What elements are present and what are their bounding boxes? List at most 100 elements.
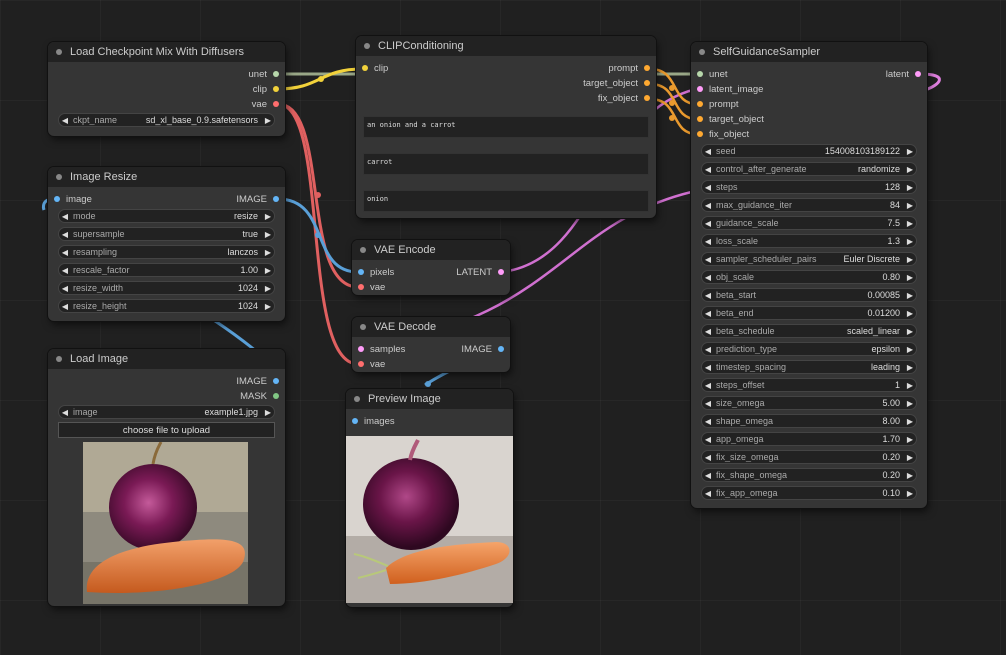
widget-sampler-14[interactable]: ◀ size_omega 5.00 ▶ [701, 396, 917, 410]
arrow-left-icon[interactable]: ◀ [702, 345, 714, 354]
input-slot[interactable]: unet [697, 68, 728, 81]
arrow-right-icon[interactable]: ▶ [904, 237, 916, 246]
arrow-right-icon[interactable]: ▶ [262, 248, 274, 257]
arrow-left-icon[interactable]: ◀ [702, 489, 714, 498]
arrow-left-icon[interactable]: ◀ [59, 116, 71, 125]
widget-image[interactable]: ◀ image example1.jpg ▶ [58, 405, 275, 419]
arrow-right-icon[interactable]: ▶ [904, 309, 916, 318]
arrow-left-icon[interactable]: ◀ [702, 381, 714, 390]
widget-resize-2[interactable]: ◀ resampling lanczos ▶ [58, 245, 275, 259]
input-clip[interactable]: clip [362, 62, 388, 75]
node-self-guidance-sampler[interactable]: SelfGuidanceSampler unet latent_image prom… [691, 42, 927, 508]
pin-icon[interactable] [358, 346, 364, 353]
collapse-dot-icon[interactable] [364, 43, 370, 49]
pin-icon[interactable] [362, 65, 368, 72]
node-header[interactable]: Load Checkpoint Mix With Diffusers [48, 42, 285, 62]
prompt-textarea[interactable]: an onion and a carrot [363, 116, 649, 138]
node-preview-image[interactable]: Preview Image images [346, 389, 513, 607]
arrow-left-icon[interactable]: ◀ [59, 212, 71, 221]
output-image[interactable]: IMAGE [236, 375, 279, 388]
arrow-left-icon[interactable]: ◀ [702, 471, 714, 480]
pin-icon[interactable] [915, 71, 921, 78]
node-header[interactable]: Load Image [48, 349, 285, 369]
input-images[interactable]: images [352, 415, 395, 428]
node-clip-conditioning[interactable]: CLIPConditioning clip prompt target_obje… [356, 36, 656, 218]
collapse-dot-icon[interactable] [56, 174, 62, 180]
arrow-right-icon[interactable]: ▶ [904, 489, 916, 498]
arrow-left-icon[interactable]: ◀ [59, 284, 71, 293]
pin-icon[interactable] [697, 131, 703, 138]
widget-resize-4[interactable]: ◀ resize_width 1024 ▶ [58, 281, 275, 295]
arrow-right-icon[interactable]: ▶ [904, 165, 916, 174]
input-slot[interactable]: fix_object [697, 128, 749, 141]
output-latent[interactable]: latent [886, 68, 921, 81]
widget-sampler-7[interactable]: ◀ obj_scale 0.80 ▶ [701, 270, 917, 284]
arrow-left-icon[interactable]: ◀ [59, 266, 71, 275]
node-load-checkpoint[interactable]: Load Checkpoint Mix With Diffusers unet … [48, 42, 285, 136]
pin-icon[interactable] [358, 284, 364, 291]
collapse-dot-icon[interactable] [360, 324, 366, 330]
output-vae[interactable]: vae [252, 98, 279, 111]
pin-icon[interactable] [697, 71, 703, 78]
arrow-right-icon[interactable]: ▶ [904, 273, 916, 282]
widget-sampler-13[interactable]: ◀ steps_offset 1 ▶ [701, 378, 917, 392]
upload-button[interactable]: choose file to upload [58, 422, 275, 438]
arrow-right-icon[interactable]: ▶ [262, 116, 274, 125]
arrow-left-icon[interactable]: ◀ [702, 399, 714, 408]
output-prompt[interactable]: prompt [608, 62, 650, 75]
collapse-dot-icon[interactable] [360, 247, 366, 253]
output-image[interactable]: IMAGE [236, 193, 279, 206]
widget-resize-3[interactable]: ◀ rescale_factor 1.00 ▶ [58, 263, 275, 277]
input-slot[interactable]: latent_image [697, 83, 763, 96]
arrow-right-icon[interactable]: ▶ [262, 266, 274, 275]
arrow-left-icon[interactable]: ◀ [702, 309, 714, 318]
arrow-right-icon[interactable]: ▶ [904, 471, 916, 480]
widget-sampler-15[interactable]: ◀ shape_omega 8.00 ▶ [701, 414, 917, 428]
output-latent[interactable]: LATENT [456, 266, 504, 279]
pin-icon[interactable] [273, 196, 279, 203]
arrow-right-icon[interactable]: ▶ [262, 302, 274, 311]
pin-icon[interactable] [697, 86, 703, 93]
collapse-dot-icon[interactable] [56, 356, 62, 362]
input-vae[interactable]: vae [358, 281, 385, 294]
pin-icon[interactable] [273, 86, 279, 93]
node-image-resize[interactable]: Image Resize image IMAGE ◀ mode resize ▶ ◀ su… [48, 167, 285, 321]
output-clip[interactable]: clip [253, 83, 279, 96]
node-header[interactable]: Image Resize [48, 167, 285, 187]
arrow-right-icon[interactable]: ▶ [904, 201, 916, 210]
widget-ckpt-name[interactable]: ◀ ckpt_name sd_xl_base_0.9.safetensors ▶ [58, 113, 275, 127]
arrow-right-icon[interactable]: ▶ [904, 219, 916, 228]
widget-sampler-11[interactable]: ◀ prediction_type epsilon ▶ [701, 342, 917, 356]
node-load-image[interactable]: Load Image IMAGE MASK ◀ image example1.j… [48, 349, 285, 606]
collapse-dot-icon[interactable] [56, 49, 62, 55]
collapse-dot-icon[interactable] [699, 49, 705, 55]
arrow-right-icon[interactable]: ▶ [262, 212, 274, 221]
output-target-object[interactable]: target_object [583, 77, 650, 90]
widget-sampler-8[interactable]: ◀ beta_start 0.00085 ▶ [701, 288, 917, 302]
pin-icon[interactable] [273, 393, 279, 400]
widget-sampler-2[interactable]: ◀ steps 128 ▶ [701, 180, 917, 194]
arrow-right-icon[interactable]: ▶ [904, 345, 916, 354]
arrow-right-icon[interactable]: ▶ [904, 453, 916, 462]
arrow-left-icon[interactable]: ◀ [702, 147, 714, 156]
arrow-left-icon[interactable]: ◀ [702, 363, 714, 372]
arrow-right-icon[interactable]: ▶ [904, 417, 916, 426]
widget-sampler-17[interactable]: ◀ fix_size_omega 0.20 ▶ [701, 450, 917, 464]
pin-icon[interactable] [273, 101, 279, 108]
widget-sampler-16[interactable]: ◀ app_omega 1.70 ▶ [701, 432, 917, 446]
widget-sampler-10[interactable]: ◀ beta_schedule scaled_linear ▶ [701, 324, 917, 338]
arrow-left-icon[interactable]: ◀ [59, 248, 71, 257]
widget-sampler-19[interactable]: ◀ fix_app_omega 0.10 ▶ [701, 486, 917, 500]
arrow-right-icon[interactable]: ▶ [904, 435, 916, 444]
arrow-left-icon[interactable]: ◀ [702, 237, 714, 246]
arrow-left-icon[interactable]: ◀ [702, 201, 714, 210]
widget-resize-1[interactable]: ◀ supersample true ▶ [58, 227, 275, 241]
arrow-left-icon[interactable]: ◀ [702, 165, 714, 174]
arrow-right-icon[interactable]: ▶ [904, 363, 916, 372]
fix-object-textarea[interactable]: onion [363, 190, 649, 212]
node-header[interactable]: Preview Image [346, 389, 513, 409]
arrow-left-icon[interactable]: ◀ [702, 435, 714, 444]
arrow-left-icon[interactable]: ◀ [59, 408, 71, 417]
arrow-right-icon[interactable]: ▶ [262, 284, 274, 293]
collapse-dot-icon[interactable] [354, 396, 360, 402]
